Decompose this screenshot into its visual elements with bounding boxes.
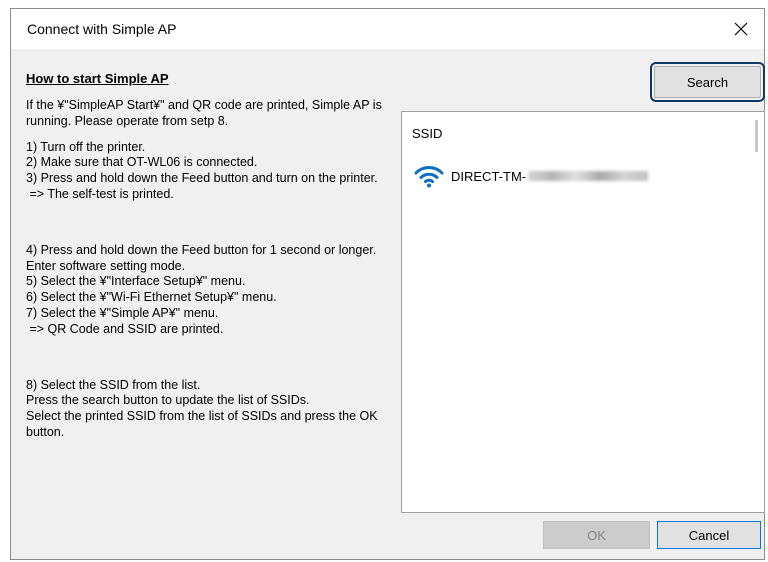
instruction-step: 6) Select the ¥"Wi-Fi Ethernet Setup¥" m… (26, 290, 277, 305)
scrollbar[interactable] (755, 120, 758, 152)
redacted-ssid-suffix (528, 171, 649, 181)
instruction-step: 7) Select the ¥"Simple AP¥" menu. (26, 305, 219, 320)
instructions-intro: If the ¥"SimpleAP Start¥" and QR code ar… (26, 98, 382, 128)
ssid-list-item[interactable]: DIRECT-TM- (414, 164, 649, 188)
ok-button[interactable]: OK (543, 521, 650, 549)
instruction-step: 2) Make sure that OT-WL06 is connected. (26, 155, 258, 170)
instruction-step: 5) Select the ¥"Interface Setup¥" menu. (26, 274, 246, 289)
wifi-icon (414, 166, 444, 188)
ssid-column-header: SSID (412, 126, 443, 141)
instruction-step: 3) Press and hold down the Feed button a… (26, 171, 378, 186)
ssid-name: DIRECT-TM- (451, 168, 527, 184)
search-button[interactable]: Search (650, 62, 765, 102)
instruction-step: 8) Select the SSID from the list. (26, 377, 201, 392)
close-button[interactable] (718, 9, 764, 49)
dialog-window: Connect with Simple AP How to start Simp… (10, 8, 765, 560)
instructions-text: If the ¥"SimpleAP Start¥" and QR code ar… (26, 98, 401, 441)
cancel-button[interactable]: Cancel (657, 521, 761, 549)
instruction-step: Press the search button to update the li… (26, 393, 310, 408)
instruction-step: => The self-test is printed. (26, 186, 174, 201)
instruction-step: Select the printed SSID from the list of… (26, 409, 378, 439)
ssid-list[interactable]: SSID DIRECT-TM- (401, 111, 765, 513)
instruction-step: => QR Code and SSID are printed. (26, 321, 224, 336)
close-icon (734, 22, 748, 36)
instructions-heading: How to start Simple AP (26, 71, 169, 86)
instruction-step: 1) Turn off the printer. (26, 139, 146, 154)
window-title: Connect with Simple AP (27, 21, 177, 37)
instruction-step: 4) Press and hold down the Feed button f… (26, 242, 377, 273)
title-bar: Connect with Simple AP (11, 9, 764, 49)
